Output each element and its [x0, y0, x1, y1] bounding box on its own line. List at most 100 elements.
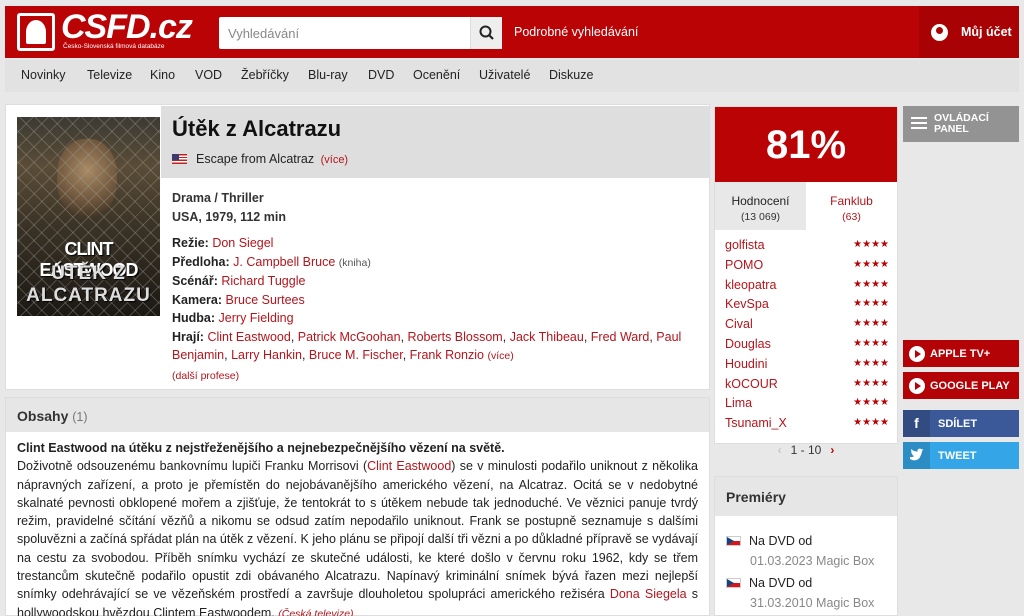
user-link[interactable]: golfista — [725, 238, 765, 252]
cast-link[interactable]: Jack Thibeau — [510, 330, 584, 344]
film-info-box: CLINT EASTWOOD ÚTĚK Z ALCATRAZU Útěk z A… — [5, 104, 710, 390]
user-rating-row: Cival ★★★★ — [725, 317, 889, 337]
account-button[interactable]: Můj účet — [919, 6, 1019, 58]
play-icon — [909, 378, 925, 394]
director-link[interactable]: Don Siegel — [212, 236, 273, 250]
rating-score: 81% — [715, 107, 897, 182]
prev-page-icon[interactable]: ‹ — [778, 443, 782, 457]
nav-item-kino[interactable]: Kino — [150, 68, 175, 82]
menu-icon — [911, 117, 927, 131]
search-button[interactable] — [470, 17, 502, 49]
facebook-share-button[interactable]: f SDÍLET — [903, 410, 1019, 437]
director-link-inline[interactable]: Dona Siegela — [610, 587, 687, 601]
search-input[interactable] — [219, 17, 467, 49]
user-ratings-list: golfista ★★★★ POMO ★★★★ kleopatra ★★★★ KevS… — [725, 238, 889, 436]
apple-tv-button[interactable]: APPLE TV+ — [903, 340, 1019, 367]
film-poster[interactable]: CLINT EASTWOOD ÚTĚK Z ALCATRAZU — [17, 117, 160, 316]
more-professions-link[interactable]: (další profese) — [172, 370, 239, 382]
nav-item-vod[interactable]: VOD — [195, 68, 222, 82]
user-rating-row: Houdini ★★★★ — [725, 357, 889, 377]
source-link[interactable]: J. Campbell Bruce — [233, 255, 335, 269]
writer-label: Scénář: — [172, 274, 218, 288]
facebook-icon: f — [903, 410, 930, 437]
user-link[interactable]: POMO — [725, 258, 763, 272]
nav-item-zebricky[interactable]: Žebříčky — [241, 68, 289, 82]
cast-label: Hrají: — [172, 329, 204, 344]
nav-item-bluray[interactable]: Blu-ray — [308, 68, 348, 82]
source-label: Předloha: — [172, 254, 230, 269]
plot-lead: Clint Eastwood na útěku z nejstřeženější… — [17, 441, 505, 455]
music-link[interactable]: Jerry Fielding — [219, 311, 294, 325]
plot-count: (1) — [72, 410, 88, 424]
tab-fanclub-label: Fanklub — [830, 194, 873, 208]
director-label: Režie: — [172, 236, 209, 250]
plot-heading-text: Obsahy — [17, 408, 69, 424]
director-row: Režie: Don Siegel — [172, 234, 702, 253]
poster-text-title1: ÚTĚK Z — [51, 263, 126, 284]
main-content: CLINT EASTWOOD ÚTĚK Z ALCATRAZU Útěk z A… — [5, 104, 710, 616]
site-logo[interactable]: CSFD.cz Česko-Slovenská filmová databáze — [17, 8, 193, 53]
cast-link[interactable]: Roberts Blossom — [408, 330, 503, 344]
premiere-label: Na DVD od — [749, 534, 813, 548]
user-rating-row: golfista ★★★★ — [725, 238, 889, 258]
more-cast-link[interactable]: (více) — [487, 350, 513, 362]
user-link[interactable]: KevSpa — [725, 297, 769, 311]
nav-item-diskuze[interactable]: Diskuze — [549, 68, 593, 82]
cast-link[interactable]: Frank Ronzio — [410, 348, 484, 362]
tab-ratings[interactable]: Hodnocení (13 069) — [715, 182, 806, 230]
original-title-row: Escape from Alcatraz (více) — [172, 152, 348, 166]
tab-ratings-label: Hodnocení — [731, 194, 790, 208]
user-link[interactable]: Douglas — [725, 337, 771, 351]
user-link[interactable]: Cival — [725, 317, 753, 331]
nav-item-uzivatele[interactable]: Uživatelé — [479, 68, 530, 82]
stars-icon: ★★★★ — [853, 298, 889, 310]
advanced-search-link[interactable]: Podrobné vyhledávání — [514, 25, 638, 39]
user-link[interactable]: Tsunami_X — [725, 416, 787, 430]
actor-link[interactable]: Clint Eastwood — [367, 459, 451, 473]
camera-row: Kamera: Bruce Surtees — [172, 291, 702, 310]
nav-item-novinky[interactable]: Novinky — [21, 68, 65, 82]
stars-icon: ★★★★ — [853, 397, 889, 409]
plot-text-part: ) se v minulosti podařilo uniknout z něk… — [17, 459, 699, 602]
plot-source-link[interactable]: (Česká televize) — [278, 608, 353, 616]
premiere-date: 31.03.2010 Magic Box — [750, 596, 875, 610]
music-row: Hudba: Jerry Fielding — [172, 309, 702, 328]
user-rating-row: Lima ★★★★ — [725, 396, 889, 416]
nav-item-oceneni[interactable]: Ocenění — [413, 68, 460, 82]
cast-link[interactable]: Fred Ward — [591, 330, 650, 344]
user-link[interactable]: Lima — [725, 396, 752, 410]
control-panel-button[interactable]: OVLÁDACÍ PANEL — [903, 106, 1019, 142]
writer-link[interactable]: Richard Tuggle — [221, 274, 305, 288]
nav-item-dvd[interactable]: DVD — [368, 68, 394, 82]
search-icon — [479, 25, 494, 40]
user-link[interactable]: kleopatra — [725, 278, 776, 292]
ratings-pager: ‹ 1 - 10 › — [715, 443, 897, 457]
stars-icon: ★★★★ — [853, 278, 889, 290]
cast-link[interactable]: Bruce M. Fischer — [309, 348, 403, 362]
plot-heading: Obsahy (1) — [6, 398, 709, 432]
tab-fanclub-count: (63) — [842, 211, 861, 223]
site-header: CSFD.cz Česko-Slovenská filmová databáze… — [5, 6, 1019, 58]
next-page-icon[interactable]: › — [830, 443, 834, 457]
share-label: SDÍLET — [938, 418, 978, 430]
apple-tv-label: APPLE TV+ — [930, 348, 991, 360]
nav-item-televize[interactable]: Televize — [87, 68, 132, 82]
user-rating-row: Tsunami_X ★★★★ — [725, 416, 889, 436]
cast-link[interactable]: Clint Eastwood — [207, 330, 290, 344]
film-title-bar: Útěk z Alcatrazu Escape from Alcatraz (v… — [161, 106, 710, 178]
cast-link[interactable]: Patrick McGoohan — [298, 330, 401, 344]
user-rating-row: kOCOUR ★★★★ — [725, 377, 889, 397]
plot-box: Obsahy (1) Clint Eastwood na útěku z nej… — [5, 397, 710, 616]
user-link[interactable]: kOCOUR — [725, 377, 778, 391]
cast-row: Hrají: Clint Eastwood, Patrick McGoohan,… — [172, 329, 682, 363]
cast-link[interactable]: Larry Hankin — [231, 348, 302, 362]
tab-fanclub[interactable]: Fanklub (63) — [806, 182, 897, 230]
more-titles-link[interactable]: (více) — [321, 154, 349, 166]
user-link[interactable]: Houdini — [725, 357, 767, 371]
rating-tabs: Hodnocení (13 069) Fanklub (63) — [715, 182, 897, 230]
twitter-share-button[interactable]: TWEET — [903, 442, 1019, 469]
camera-link[interactable]: Bruce Surtees — [226, 293, 305, 307]
premiere-label: Na DVD od — [749, 576, 813, 590]
google-play-button[interactable]: GOOGLE PLAY — [903, 372, 1019, 399]
stars-icon: ★★★★ — [853, 377, 889, 389]
